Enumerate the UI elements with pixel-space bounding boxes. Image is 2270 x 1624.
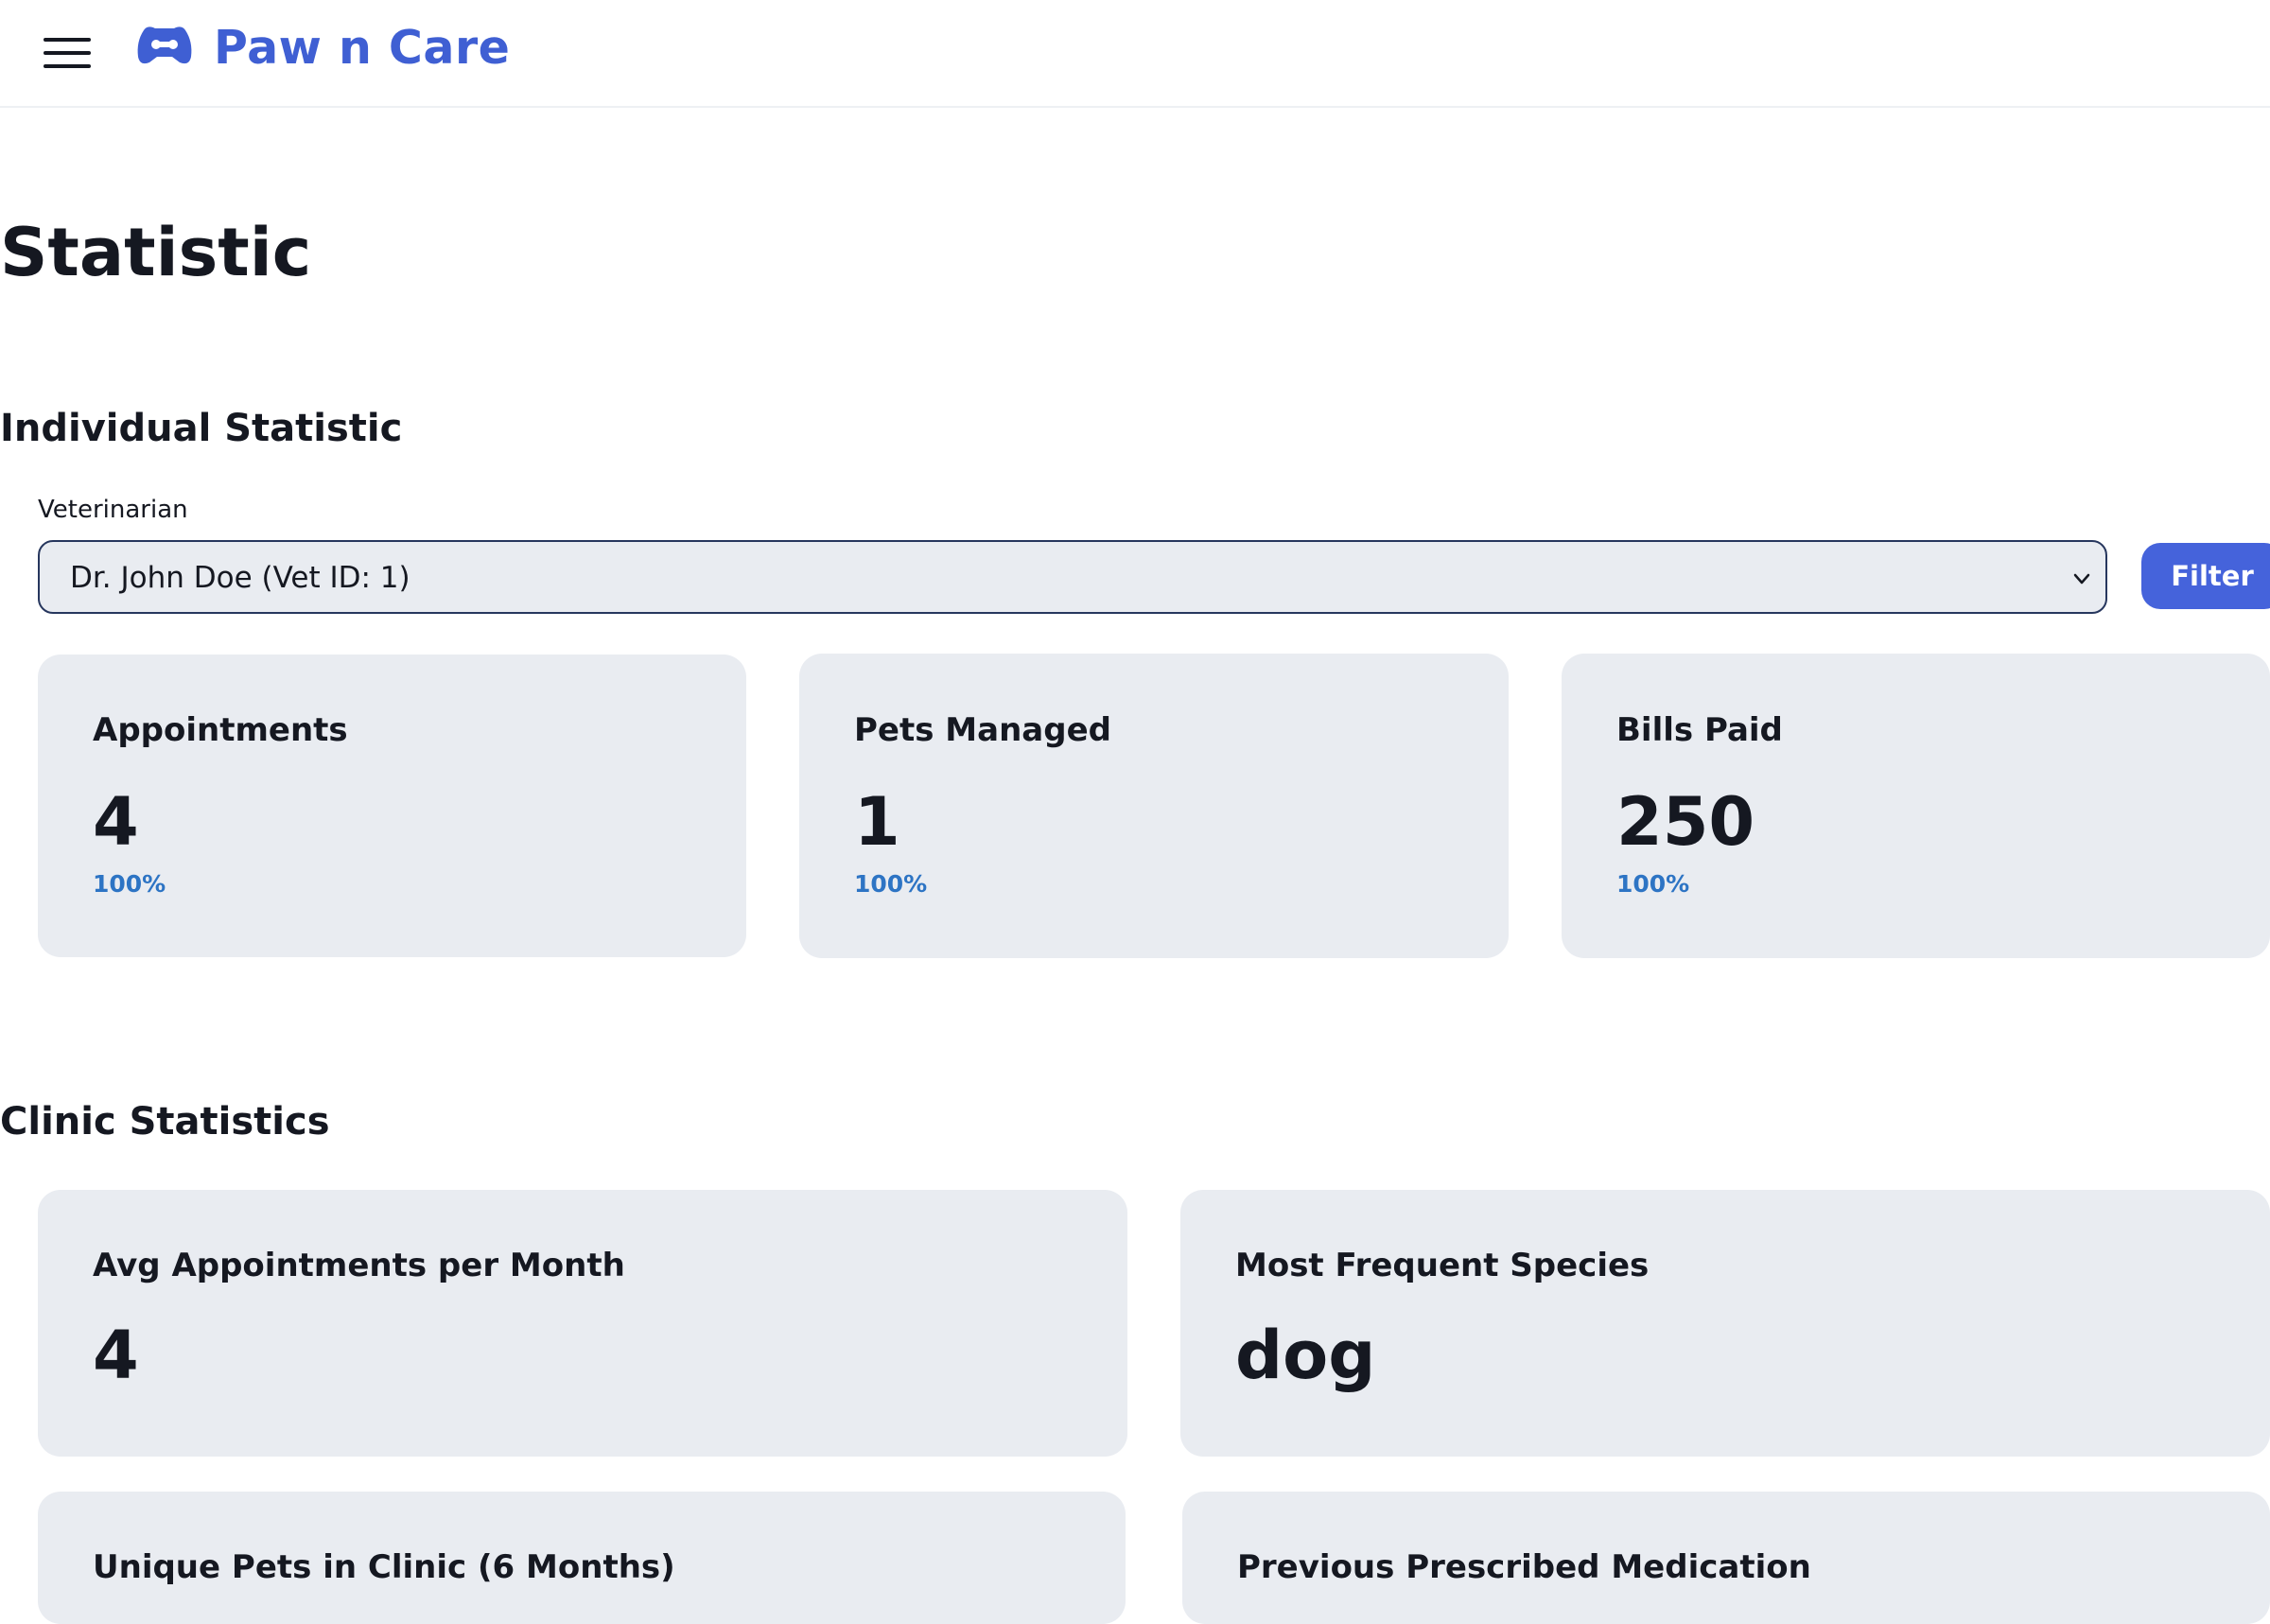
clinic-statistics-heading: Clinic Statistics [0, 1100, 330, 1144]
card-percent: 100% [1616, 870, 1690, 898]
paw-logo-icon [137, 26, 192, 64]
avg-appointments-card: Avg Appointments per Month 4 [38, 1190, 1127, 1457]
appointments-card: Appointments 4 100% [38, 655, 746, 957]
card-value: 1 [854, 783, 900, 861]
chevron-down-icon [2073, 573, 2090, 585]
unique-pets-card: Unique Pets in Clinic (6 Months) [38, 1492, 1126, 1624]
card-title: Appointments [93, 711, 348, 749]
card-value: 4 [93, 783, 139, 861]
card-title: Previous Prescribed Medication [1237, 1548, 1811, 1586]
pets-managed-card: Pets Managed 1 100% [799, 654, 1509, 958]
top-bar: Paw n Care [0, 0, 2270, 108]
veterinarian-select[interactable]: Dr. John Doe (Vet ID: 1) [38, 540, 2107, 614]
card-title: Avg Appointments per Month [93, 1247, 625, 1284]
card-value: dog [1235, 1317, 1376, 1394]
bills-paid-card: Bills Paid 250 100% [1562, 654, 2270, 958]
filter-button[interactable]: Filter [2141, 543, 2270, 609]
individual-statistic-heading: Individual Statistic [0, 407, 403, 450]
page-title: Statistic [0, 214, 312, 291]
card-value: 4 [93, 1317, 139, 1394]
hamburger-menu-icon[interactable] [44, 34, 93, 72]
card-title: Bills Paid [1616, 711, 1783, 749]
most-frequent-species-card: Most Frequent Species dog [1180, 1190, 2270, 1457]
veterinarian-label: Veterinarian [38, 496, 188, 524]
card-value: 250 [1616, 783, 1755, 861]
card-title: Unique Pets in Clinic (6 Months) [93, 1548, 675, 1586]
card-percent: 100% [93, 870, 166, 898]
card-title: Most Frequent Species [1235, 1247, 1650, 1284]
prescribed-medication-card: Previous Prescribed Medication [1182, 1492, 2270, 1624]
card-title: Pets Managed [854, 711, 1111, 749]
brand-name[interactable]: Paw n Care [214, 21, 510, 75]
veterinarian-selected-value: Dr. John Doe (Vet ID: 1) [70, 561, 410, 595]
card-percent: 100% [854, 870, 928, 898]
